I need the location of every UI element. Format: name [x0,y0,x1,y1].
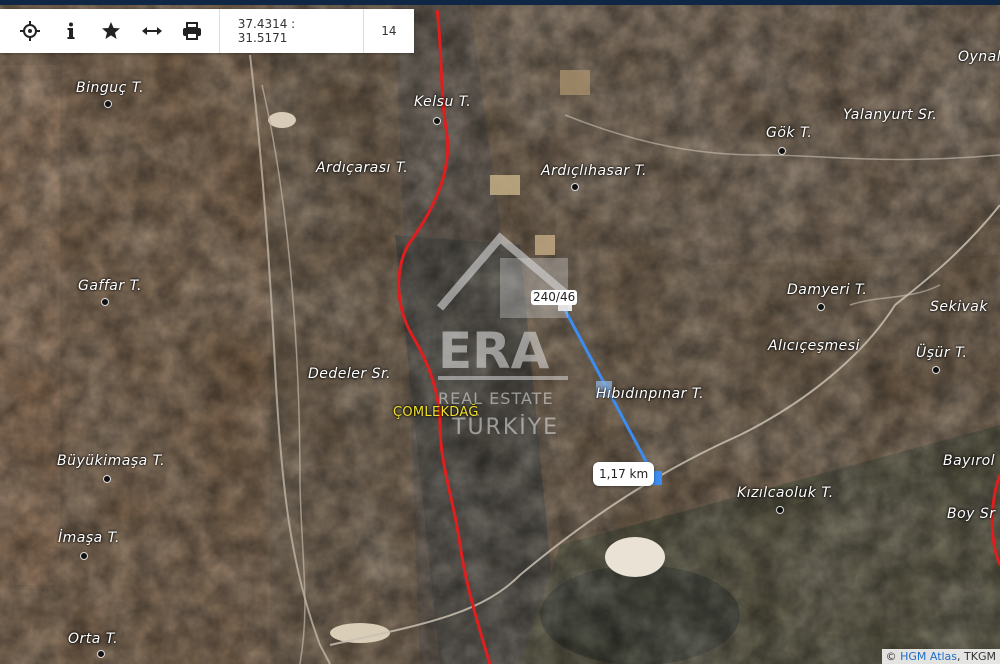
place-label: Boy Sr [947,506,996,522]
place-marker [104,100,112,108]
locate-button[interactable] [10,9,51,53]
star-icon [102,22,121,39]
place-label: İmaşa T. [58,530,121,546]
map-attribution: © HGM Atlas, TKGM [881,649,1000,664]
coordinates-readout: 37.4314 : 31.5171 [218,9,363,53]
place-marker [101,298,109,306]
info-icon [67,22,75,39]
place-label: Yalanyurt Sr. [843,107,938,123]
measure-arrows-icon [141,27,162,35]
place-label: Kelsu T. [414,94,472,110]
place-marker [103,475,111,483]
place-label: Ardıçarası T. [316,160,409,176]
attribution-prefix: © [885,650,897,663]
place-label: Gök T. [766,125,813,141]
map-toolbar: 37.4314 : 31.5171 14 [0,9,414,53]
place-label: Kızılcaoluk T. [737,485,834,501]
place-label: Ardıçlıhasar T. [541,163,647,179]
place-label: Üşür T. [916,345,968,361]
place-marker [778,147,786,155]
place-label: Bayırol [943,453,996,469]
place-label: Dedeler Sr. [308,366,391,382]
place-marker [817,303,825,311]
favorite-button[interactable] [91,9,132,53]
place-marker [932,366,940,374]
printer-icon [183,22,202,40]
measure-button[interactable] [132,9,173,53]
place-marker [571,183,579,191]
place-label: Orta T. [68,631,119,647]
zoom-level: 14 [362,9,414,53]
place-marker [433,117,441,125]
place-marker [80,552,88,560]
place-label: Damyeri T. [787,282,868,298]
place-label: Oynal [958,49,1000,65]
place-label: Gaffar T. [78,278,142,294]
attribution-suffix: , TKGM [957,650,996,663]
village-label: ÇOMLEKDAĞ [393,405,479,420]
watermark-brand: ERA [438,322,550,380]
place-label: Büyükimaşa T. [57,453,166,469]
place-label: Binguç T. [76,80,145,96]
parcel-label[interactable]: 240/46 [531,290,578,305]
print-button[interactable] [172,9,213,53]
distance-tooltip: 1,17 km [593,462,655,486]
attribution-link[interactable]: HGM Atlas [900,650,957,663]
place-label: Alıcıçeşmesi [768,338,860,354]
place-label: Hıbıdınpınar T. [596,386,705,402]
place-marker [776,506,784,514]
crosshair-icon [20,21,41,41]
info-button[interactable] [51,9,92,53]
place-marker [97,650,105,658]
place-label: Sekivak [930,299,988,315]
